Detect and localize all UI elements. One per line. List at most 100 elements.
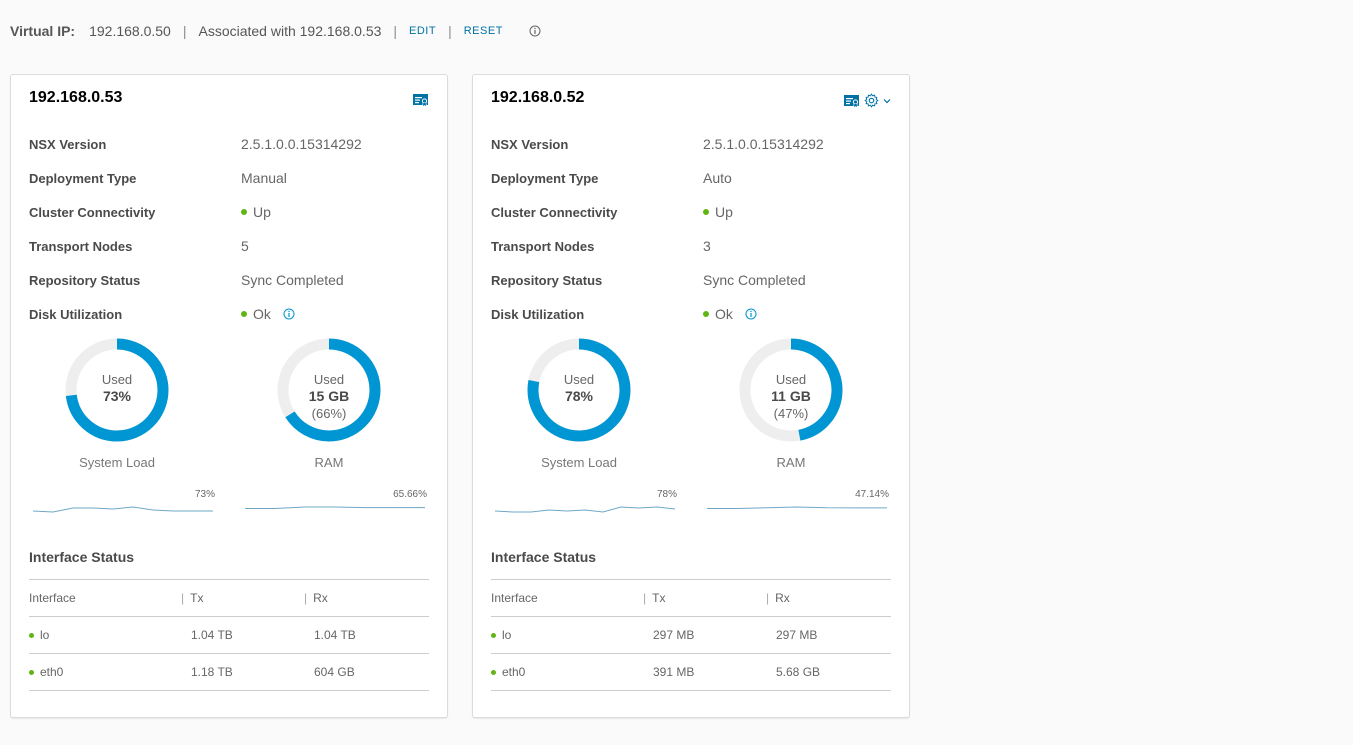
- rx-value: 1.04 TB: [314, 628, 356, 642]
- gauge-caption: RAM: [314, 455, 344, 470]
- sparkline-line: [32, 506, 213, 513]
- tx-value: 1.04 TB: [191, 628, 233, 642]
- reset-button[interactable]: RESET: [464, 25, 503, 37]
- prop-value: Ok: [703, 306, 757, 322]
- interface-status: Interface Status Interface | Tx | Rx lo 29…: [491, 549, 891, 691]
- gear-icon[interactable]: [864, 93, 879, 108]
- prop-value: 5: [241, 238, 249, 254]
- node-ip-title: 192.168.0.52: [491, 89, 585, 106]
- prop-label: Deployment Type: [491, 170, 599, 186]
- sparkline-line: [494, 506, 676, 513]
- info-icon[interactable]: [283, 308, 295, 320]
- edit-button[interactable]: EDIT: [409, 25, 436, 37]
- interface-name: eth0: [40, 665, 64, 679]
- card-actions: [413, 93, 429, 107]
- column-header-interface[interactable]: Interface: [29, 591, 181, 605]
- prop-value: Up: [241, 204, 271, 220]
- node-card: 192.168.0.53 NSX Version 2.5.1.0.0.15314…: [10, 74, 448, 718]
- card-actions: [844, 93, 891, 108]
- interface-status-title: Interface Status: [29, 549, 135, 565]
- prop-disk-utilization: Disk Utilization Ok: [491, 297, 891, 331]
- separator: |: [448, 23, 452, 39]
- rx-value: 5.68 GB: [776, 665, 821, 679]
- interface-name: eth0: [502, 665, 526, 679]
- prop-label: Deployment Type: [29, 170, 137, 186]
- node-properties: NSX Version 2.5.1.0.0.15314292 Deploymen…: [491, 127, 891, 331]
- certificate-icon[interactable]: [413, 93, 429, 107]
- sparkline-value: 73%: [194, 489, 215, 500]
- info-icon[interactable]: [745, 308, 757, 320]
- table-header: Interface | Tx | Rx: [29, 580, 429, 617]
- gauge-used-label: Used: [101, 372, 133, 387]
- ram-gauge: Used 15 GB (66%) RAM: [249, 337, 409, 470]
- prop-transport-nodes: Transport Nodes 5: [29, 229, 429, 263]
- chevron-down-icon[interactable]: [883, 98, 891, 104]
- prop-label: Disk Utilization: [491, 306, 585, 322]
- connectivity-status: Up: [715, 204, 733, 220]
- prop-value: 2.5.1.0.0.15314292: [703, 136, 824, 152]
- disk-status: Ok: [715, 306, 733, 322]
- column-header-tx[interactable]: | Tx: [643, 591, 766, 605]
- table-row: lo 297 MB 297 MB: [491, 617, 891, 654]
- column-header-interface[interactable]: Interface: [491, 591, 643, 605]
- prop-value: Ok: [241, 306, 295, 322]
- system-load-value: 78%: [564, 388, 594, 404]
- node-ip-title: 192.168.0.53: [29, 89, 123, 106]
- disk-status: Ok: [253, 306, 271, 322]
- prop-disk-utilization: Disk Utilization Ok: [29, 297, 429, 331]
- prop-transport-nodes: Transport Nodes 3: [491, 229, 891, 263]
- sparkline-value: 65.66%: [393, 489, 427, 500]
- gauge-caption: System Load: [541, 455, 617, 470]
- prop-value: Sync Completed: [703, 272, 806, 288]
- prop-label: Transport Nodes: [29, 238, 133, 254]
- sparklines: 78% 47.14%: [491, 487, 891, 527]
- status-dot-icon: [491, 632, 496, 638]
- prop-label: NSX Version: [29, 136, 107, 152]
- info-icon[interactable]: [529, 25, 541, 37]
- gauge-used-label: Used: [563, 372, 595, 387]
- prop-value: 2.5.1.0.0.15314292: [241, 136, 362, 152]
- system-load-sparkline: 78%: [493, 487, 677, 527]
- rx-value: 297 MB: [776, 628, 818, 642]
- column-header-rx[interactable]: | Rx: [304, 591, 429, 605]
- column-header-tx[interactable]: | Tx: [181, 591, 304, 605]
- certificate-icon[interactable]: [844, 94, 860, 108]
- prop-value: 3: [703, 238, 711, 254]
- system-load-gauge: Used 78% System Load: [499, 337, 659, 470]
- tx-value: 297 MB: [653, 628, 695, 642]
- ram-sparkline: 65.66%: [243, 487, 427, 527]
- gauge-used-label: Used: [775, 372, 807, 387]
- sparkline-line: [245, 506, 425, 509]
- prop-label: Transport Nodes: [491, 238, 595, 254]
- system-load-value: 73%: [102, 388, 132, 404]
- system-load-sparkline: 73%: [31, 487, 215, 527]
- rx-value: 604 GB: [314, 665, 355, 679]
- gauge-caption: RAM: [776, 455, 806, 470]
- interface-status: Interface Status Interface | Tx | Rx lo 1.…: [29, 549, 429, 691]
- tx-value: 1.18 TB: [191, 665, 233, 679]
- prop-value: Sync Completed: [241, 272, 344, 288]
- virtual-ip-bar: Virtual IP: 192.168.0.50 | Associated wi…: [10, 20, 541, 42]
- node-properties: NSX Version 2.5.1.0.0.15314292 Deploymen…: [29, 127, 429, 331]
- prop-cluster-connectivity: Cluster Connectivity Up: [29, 195, 429, 229]
- prop-nsx-version: NSX Version 2.5.1.0.0.15314292: [29, 127, 429, 161]
- interface-status-title: Interface Status: [491, 549, 597, 565]
- interface-name: lo: [40, 628, 50, 642]
- interface-table: Interface | Tx | Rx lo 297 MB 297 MB eth0 …: [491, 579, 891, 691]
- gauges: Used 78% System Load Used 11 GB (47%) RA…: [491, 337, 891, 477]
- sparkline-value: 47.14%: [855, 489, 889, 500]
- status-dot-icon: [29, 632, 34, 638]
- sparklines: 73% 65.66%: [29, 487, 429, 527]
- gauge-caption: System Load: [79, 455, 155, 470]
- separator: |: [182, 23, 187, 39]
- column-header-rx[interactable]: | Rx: [766, 591, 891, 605]
- prop-label: NSX Version: [491, 136, 569, 152]
- table-row: eth0 1.18 TB 604 GB: [29, 654, 429, 691]
- status-dot-icon: [491, 669, 496, 675]
- prop-value: Up: [703, 204, 733, 220]
- status-dot-icon: [703, 209, 709, 215]
- ram-used-value: 11 GB: [771, 388, 811, 404]
- prop-repository-status: Repository Status Sync Completed: [491, 263, 891, 297]
- connectivity-status: Up: [253, 204, 271, 220]
- prop-deployment-type: Deployment Type Manual: [29, 161, 429, 195]
